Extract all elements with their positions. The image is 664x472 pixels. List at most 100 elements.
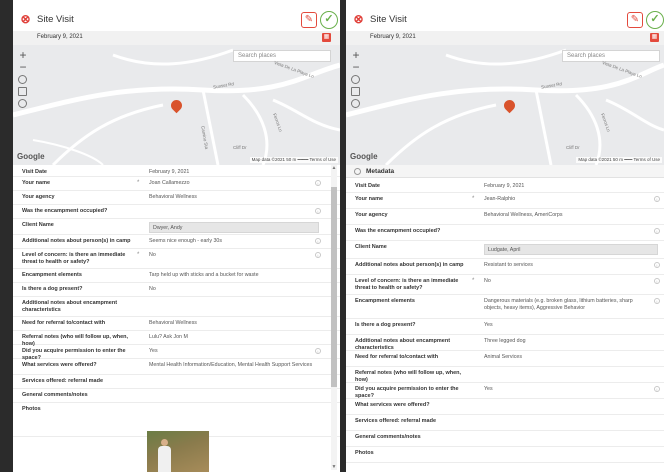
field-value[interactable]: Three legged dog: [484, 338, 664, 345]
form-row[interactable]: General comments/notes: [13, 389, 340, 403]
form-row[interactable]: Additional notes about encampment charac…: [13, 297, 340, 317]
field-value[interactable]: Resistant to services: [484, 262, 648, 269]
info-icon[interactable]: i: [315, 348, 321, 354]
close-icon[interactable]: ⊗: [19, 13, 32, 26]
edit-button[interactable]: ✎: [627, 12, 643, 28]
calendar-icon[interactable]: ▦: [322, 33, 331, 42]
field-value[interactable]: No: [484, 278, 648, 285]
form-row[interactable]: Encampment elements Dangerous materials (…: [346, 295, 664, 319]
field-value[interactable]: Joan Callamezzo: [149, 180, 309, 187]
field-value[interactable]: February 9, 2021: [149, 169, 325, 176]
field-value[interactable]: Behavioral Wellness, AmeriCorps: [484, 212, 664, 219]
save-button[interactable]: ✓: [320, 11, 338, 29]
map[interactable]: + − Search places Vista De La Playa Ln S…: [346, 45, 664, 165]
form-row[interactable]: Level of concern: is there an immediate …: [13, 249, 340, 269]
locate-icon[interactable]: [18, 75, 27, 84]
field-value[interactable]: Behavioral Wellness: [149, 194, 325, 201]
form-row[interactable]: Is there a dog present? Yes: [346, 319, 664, 335]
field-value[interactable]: Lulu? Ask Jon M: [149, 334, 325, 341]
form-row[interactable]: Photos: [346, 447, 664, 463]
zoom-out-button[interactable]: −: [17, 61, 29, 73]
save-button[interactable]: ✓: [646, 11, 664, 29]
form-row[interactable]: Is there a dog present? No: [13, 283, 340, 297]
form-row[interactable]: What services were offered? Mental Health…: [13, 359, 340, 375]
info-icon[interactable]: i: [654, 262, 660, 268]
field-label: Visit Date: [355, 183, 380, 189]
required-marker: *: [137, 180, 140, 186]
field-value[interactable]: Animal Services: [484, 354, 664, 361]
form-row[interactable]: Level of concern: is there an immediate …: [346, 275, 664, 295]
form-row[interactable]: Was the encampment occupied? i: [346, 225, 664, 241]
field-value[interactable]: Mental Health Information/Education, Men…: [149, 362, 325, 369]
form-row[interactable]: Referral notes (who will follow up, when…: [346, 367, 664, 383]
form-row[interactable]: Additional notes about person(s) in camp…: [346, 259, 664, 275]
required-marker: *: [472, 278, 475, 284]
form-row[interactable]: Your name * Joan Callamezzo i: [13, 177, 340, 191]
form-row[interactable]: Need for referral to/contact with Animal …: [346, 351, 664, 367]
form-row[interactable]: Additional notes about person(s) in camp…: [13, 235, 340, 249]
form-row[interactable]: Visit Date February 9, 2021: [346, 180, 664, 193]
field-value[interactable]: No: [149, 252, 309, 259]
form-row[interactable]: Your agency Behavioral Wellness: [13, 191, 340, 205]
info-icon[interactable]: i: [315, 238, 321, 244]
zoom-controls[interactable]: + −: [350, 49, 362, 73]
field-value[interactable]: Ludgate, April: [484, 244, 658, 255]
form-row[interactable]: Services offered: referral made: [13, 375, 340, 389]
form-row[interactable]: Visit Date February 9, 2021: [13, 166, 340, 177]
form-row[interactable]: Encampment elements Tarp held up with sti…: [13, 269, 340, 283]
photo-thumbnail[interactable]: [147, 431, 209, 472]
metadata-header[interactable]: Metadata: [346, 165, 664, 178]
info-icon[interactable]: i: [654, 196, 660, 202]
form-row[interactable]: General comments/notes: [346, 431, 664, 447]
field-value[interactable]: Dangerous materials (e.g. broken glass, …: [484, 298, 648, 311]
fullscreen-icon[interactable]: [351, 87, 360, 96]
layers-icon[interactable]: [18, 99, 27, 108]
form-row[interactable]: Additional notes about encampment charac…: [346, 335, 664, 351]
form-row[interactable]: What services were offered?: [346, 399, 664, 415]
fullscreen-icon[interactable]: [18, 87, 27, 96]
info-icon[interactable]: i: [315, 208, 321, 214]
form-row[interactable]: Did you acquire permission to enter the …: [13, 345, 340, 361]
info-icon[interactable]: i: [654, 228, 660, 234]
scroll-up-icon[interactable]: ▲: [331, 165, 337, 171]
map-search-input[interactable]: Search places: [233, 50, 331, 62]
close-icon[interactable]: ⊗: [352, 13, 365, 26]
field-value[interactable]: Yes: [149, 348, 309, 355]
field-value[interactable]: Jean-Ralphio: [484, 196, 648, 203]
field-value[interactable]: Dwyer, Andy: [149, 222, 319, 233]
info-icon[interactable]: i: [315, 252, 321, 258]
scroll-down-icon[interactable]: ▼: [331, 464, 337, 470]
form-row[interactable]: Client Name Ludgate, April: [346, 241, 664, 259]
field-value[interactable]: Yes: [484, 386, 648, 393]
form-row[interactable]: Client Name Dwyer, Andy: [13, 219, 340, 235]
field-label: Was the encampment occupied?: [355, 228, 441, 234]
calendar-icon[interactable]: ▦: [650, 33, 659, 42]
scrollbar-thumb[interactable]: [331, 187, 337, 387]
field-value[interactable]: No: [149, 286, 325, 293]
form-row[interactable]: Services offered: referral made: [346, 415, 664, 431]
field-value[interactable]: Yes: [484, 322, 664, 329]
field-value[interactable]: Behavioral Wellness: [149, 320, 325, 327]
field-value[interactable]: Seems nice enough - early 30s: [149, 238, 309, 245]
field-value[interactable]: Tarp held up with sticks and a bucket fo…: [149, 272, 325, 279]
locate-icon[interactable]: [351, 75, 360, 84]
info-icon[interactable]: i: [654, 386, 660, 392]
form-row[interactable]: Your agency Behavioral Wellness, AmeriCor…: [346, 209, 664, 225]
map[interactable]: + − Search places Vista De La Playa Ln S…: [13, 45, 340, 165]
layers-icon[interactable]: [351, 99, 360, 108]
info-icon[interactable]: i: [654, 298, 660, 304]
zoom-out-button[interactable]: −: [350, 61, 362, 73]
map-search-input[interactable]: Search places: [562, 50, 660, 62]
form-row[interactable]: Did you acquire permission to enter the …: [346, 383, 664, 399]
info-icon[interactable]: i: [315, 180, 321, 186]
scrollbar[interactable]: ▲ ▼: [331, 165, 337, 470]
form-row[interactable]: Your name * Jean-Ralphio i: [346, 193, 664, 209]
info-icon[interactable]: i: [654, 278, 660, 284]
field-value[interactable]: February 9, 2021: [484, 183, 664, 190]
edit-button[interactable]: ✎: [301, 12, 317, 28]
zoom-controls[interactable]: + −: [17, 49, 29, 73]
form-row[interactable]: Was the encampment occupied? i: [13, 205, 340, 219]
form-row[interactable]: Referral notes (who will follow up, when…: [13, 331, 340, 347]
form-row[interactable]: Need for referral to/contact with Behavio…: [13, 317, 340, 331]
field-label: What services were offered?: [355, 402, 430, 408]
